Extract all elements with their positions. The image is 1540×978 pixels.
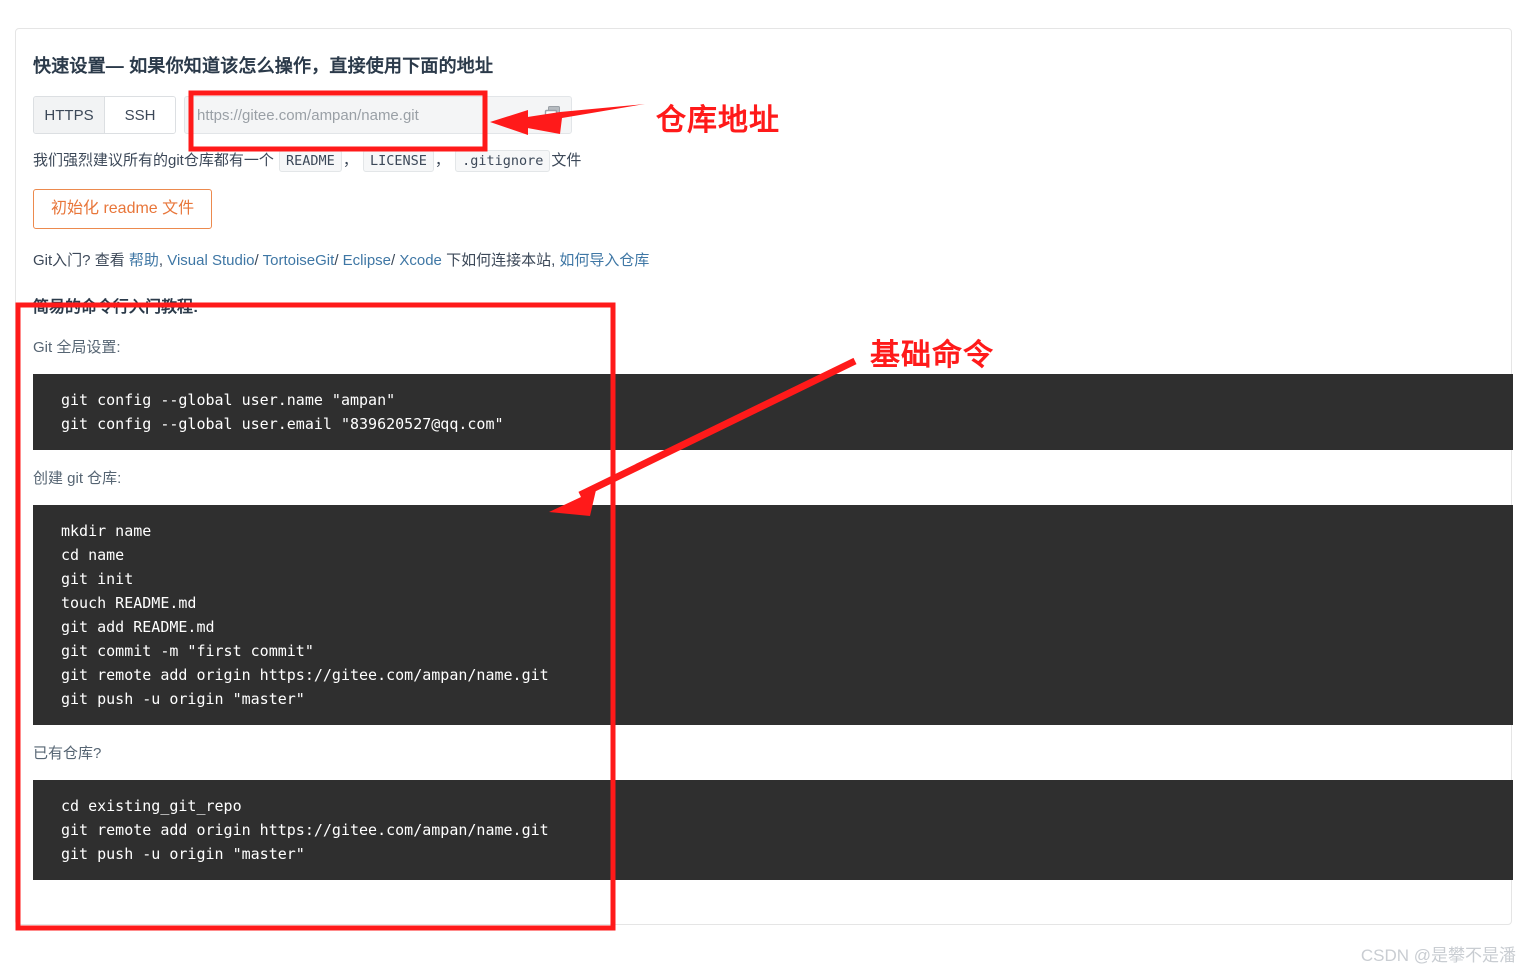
code-block-create-repo: mkdir name cd name git init touch README… bbox=[33, 505, 1513, 725]
import-repo-link[interactable]: 如何导入仓库 bbox=[559, 252, 649, 269]
recommend-suffix: 文件 bbox=[551, 152, 581, 169]
git-help-line: Git入门? 查看 帮助, Visual Studio/ TortoiseGit… bbox=[33, 249, 1511, 273]
page-title: 快速设置— 如果你知道该怎么操作，直接使用下面的地址 bbox=[33, 53, 1511, 79]
git-intro-label: Git入门? bbox=[33, 252, 91, 269]
recommend-files-line: 我们强烈建议所有的git仓库都有一个 README， LICENSE， .git… bbox=[33, 148, 1511, 174]
section-label-existing-repo: 已有仓库? bbox=[33, 743, 1511, 765]
card-content: 快速设置— 如果你知道该怎么操作，直接使用下面的地址 HTTPS SSH 我们强… bbox=[33, 53, 1511, 924]
clone-url-input[interactable] bbox=[185, 107, 533, 124]
recommend-prefix: 我们强烈建议所有的git仓库都有一个 bbox=[33, 152, 274, 169]
tortoisegit-link[interactable]: TortoiseGit bbox=[263, 252, 335, 269]
eclipse-link[interactable]: Eclipse bbox=[343, 252, 391, 269]
tutorial-title: 简易的命令行入门教程: bbox=[33, 297, 1511, 319]
section-label-global-settings: Git 全局设置: bbox=[33, 337, 1511, 359]
recommend-comma-1: ， bbox=[343, 152, 358, 169]
section-label-create-repo: 创建 git 仓库: bbox=[33, 468, 1511, 490]
slash-3: / bbox=[391, 252, 395, 269]
view-label: 查看 bbox=[95, 252, 125, 269]
help-link[interactable]: 帮助 bbox=[129, 252, 159, 269]
clone-url-field-wrapper[interactable] bbox=[184, 96, 572, 134]
code-block-global-settings: git config --global user.name "ampan" gi… bbox=[33, 374, 1513, 450]
init-readme-button[interactable]: 初始化 readme 文件 bbox=[33, 189, 212, 229]
annotation-label-basic-commands: 基础命令 bbox=[870, 330, 994, 374]
code-block-existing-repo: cd existing_git_repo git remote add orig… bbox=[33, 780, 1513, 880]
file-tag-license: LICENSE bbox=[363, 150, 434, 172]
protocol-https-button[interactable]: HTTPS bbox=[34, 97, 104, 133]
visual-studio-link[interactable]: Visual Studio bbox=[167, 252, 254, 269]
protocol-toggle-group[interactable]: HTTPS SSH bbox=[33, 96, 176, 134]
slash-2: / bbox=[334, 252, 338, 269]
watermark: CSDN @是攀不是潘 bbox=[1361, 941, 1516, 966]
annotation-label-repo-address: 仓库地址 bbox=[656, 95, 780, 139]
quick-setup-card: 快速设置— 如果你知道该怎么操作，直接使用下面的地址 HTTPS SSH 我们强… bbox=[15, 28, 1512, 925]
connect-site-label: 下如何连接本站, bbox=[446, 252, 555, 269]
protocol-ssh-button[interactable]: SSH bbox=[104, 97, 175, 133]
file-tag-readme: README bbox=[279, 150, 342, 172]
help-comma: , bbox=[159, 252, 163, 269]
xcode-link[interactable]: Xcode bbox=[399, 252, 442, 269]
file-tag-gitignore: .gitignore bbox=[455, 150, 550, 172]
copy-icon[interactable] bbox=[533, 106, 571, 124]
slash-1: / bbox=[255, 252, 259, 269]
recommend-comma-2: ， bbox=[435, 152, 450, 169]
